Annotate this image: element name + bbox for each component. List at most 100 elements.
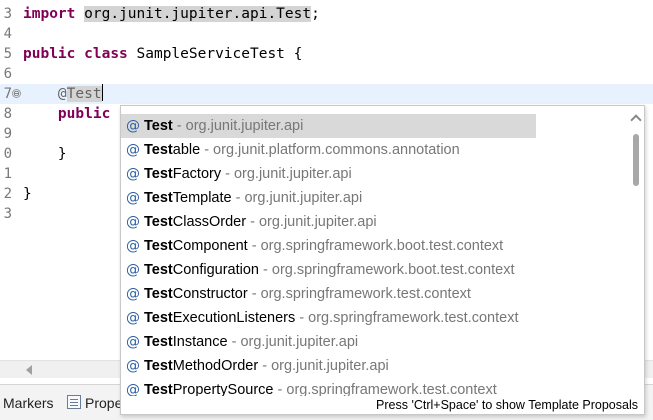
- proposal-package: - org.springframework.test.context: [295, 310, 519, 326]
- line-number: 7: [3, 86, 12, 102]
- line-number: 2: [3, 186, 12, 202]
- proposal-item[interactable]: @ TestFactory - org.junit.jupiter.api: [121, 162, 536, 186]
- proposal-name-rest: ExecutionListeners: [172, 310, 296, 326]
- code-text: public: [23, 104, 110, 124]
- annotation-icon: @: [126, 190, 140, 206]
- proposal-package: - org.springframework.boot.test.context: [259, 262, 515, 278]
- code-line[interactable]: 3 import org.junit.jupiter.api.Test;: [0, 4, 653, 24]
- code-token: }: [23, 186, 32, 202]
- code-token: public: [23, 46, 76, 62]
- fold-toggle-icon[interactable]: ⊖: [12, 89, 21, 98]
- code-line[interactable]: 4: [0, 24, 653, 44]
- code-text: public class SampleServiceTest {: [23, 44, 302, 64]
- proposal-match-text: Test: [144, 262, 173, 278]
- scroll-left-arrow-icon[interactable]: [26, 365, 32, 375]
- code-token: class: [84, 46, 128, 62]
- code-token: SampleServiceTest {: [127, 46, 303, 62]
- proposal-package: - org.junit.jupiter.api: [258, 358, 389, 374]
- proposal-package: - org.springframework.test.context: [247, 286, 471, 302]
- code-token: Test: [66, 86, 102, 102]
- proposal-name-rest: Constructor: [172, 286, 248, 302]
- proposal-item[interactable]: @ TestExecutionListeners - org.springfram…: [121, 306, 536, 330]
- proposal-name-rest: Component: [172, 238, 248, 254]
- proposal-package: - org.junit.jupiter.api: [221, 166, 352, 182]
- tab-markers[interactable]: Markers: [3, 395, 54, 411]
- annotation-icon: @: [126, 118, 140, 134]
- annotation-icon: @: [126, 310, 140, 326]
- proposal-label: TestFactory - org.junit.jupiter.api: [144, 162, 352, 186]
- annotation-icon: @: [126, 214, 140, 230]
- code-token: import: [23, 6, 76, 22]
- line-number: 5: [3, 46, 12, 62]
- proposal-match-text: Test: [144, 190, 173, 206]
- proposal-item[interactable]: @ TestClassOrder - org.junit.jupiter.api: [121, 210, 536, 234]
- proposal-label: TestComponent - org.springframework.boot…: [144, 234, 503, 258]
- content-assist-popup[interactable]: @ Test - org.junit.jupiter.api @ Testable -…: [120, 105, 645, 415]
- proposal-match-text: Test: [144, 286, 173, 302]
- scrollbar-thumb[interactable]: [633, 134, 639, 186]
- line-number: 3: [3, 206, 12, 222]
- proposal-label: TestTemplate - org.junit.jupiter.api: [144, 186, 362, 210]
- code-text: }: [23, 144, 67, 164]
- line-number: 6: [3, 66, 12, 82]
- line-number: 4: [3, 26, 12, 42]
- proposal-name-rest: MethodOrder: [172, 358, 259, 374]
- proposal-label: TestMethodOrder - org.junit.jupiter.api: [144, 354, 389, 378]
- proposal-item[interactable]: @ TestConstructor - org.springframework.t…: [121, 282, 536, 306]
- code-line[interactable]: 6: [0, 64, 653, 84]
- code-token: @: [57, 86, 67, 102]
- scroll-up-arrow-icon[interactable]: [630, 114, 642, 126]
- annotation-icon: @: [126, 286, 140, 302]
- proposal-name-rest: able: [172, 142, 201, 158]
- proposal-name-rest: Instance: [172, 334, 228, 350]
- annotation-icon: @: [126, 166, 140, 182]
- proposal-item[interactable]: @ TestComponent - org.springframework.boo…: [121, 234, 536, 258]
- proposal-package: - org.junit.jupiter.api: [227, 334, 359, 350]
- proposal-item[interactable]: @ TestMethodOrder - org.junit.jupiter.api: [121, 354, 536, 378]
- code-text: import org.junit.jupiter.api.Test;: [23, 4, 320, 24]
- code-token: org.junit.jupiter.api.Test: [84, 6, 312, 22]
- proposal-match-text: Test: [144, 214, 173, 230]
- proposal-label: TestConstructor - org.springframework.te…: [144, 282, 471, 306]
- code-token: ;: [311, 6, 320, 22]
- code-line[interactable]: 7 ⊖ @Test: [0, 84, 653, 104]
- proposal-match-text: Test: [144, 310, 173, 326]
- code-text: @Test: [23, 84, 103, 104]
- proposal-match-text: Test: [144, 334, 173, 350]
- line-number: 8: [3, 106, 12, 122]
- annotation-icon: @: [126, 238, 140, 254]
- code-line[interactable]: 5 public class SampleServiceTest {: [0, 44, 653, 64]
- proposal-label: TestExecutionListeners - org.springframe…: [144, 306, 519, 330]
- proposal-package: - org.springframework.boot.test.context: [247, 238, 504, 254]
- proposal-name-rest: Template: [172, 190, 232, 206]
- proposal-match-text: Test: [144, 118, 173, 134]
- proposal-label: Test - org.junit.jupiter.api: [144, 114, 303, 138]
- proposal-label: TestConfiguration - org.springframework.…: [144, 258, 514, 282]
- proposal-item[interactable]: @ TestInstance - org.junit.jupiter.api: [121, 330, 536, 354]
- properties-icon: [67, 395, 81, 409]
- tab-properties[interactable]: Prope: [85, 395, 122, 411]
- annotation-icon: @: [126, 358, 140, 374]
- code-token: public: [57, 106, 111, 122]
- annotation-icon: @: [126, 142, 140, 158]
- template-proposals-hint: Press 'Ctrl+Space' to show Template Prop…: [121, 396, 644, 414]
- proposal-package: - org.junit.jupiter.api: [172, 118, 304, 134]
- proposal-match-text: Test: [144, 166, 173, 182]
- proposal-label: TestInstance - org.junit.jupiter.api: [144, 330, 358, 354]
- proposal-item[interactable]: @ Testable - org.junit.platform.commons.a…: [121, 138, 536, 162]
- proposal-scrollbar[interactable]: [629, 106, 644, 396]
- line-number: 3: [3, 6, 12, 22]
- proposal-package: - org.junit.jupiter.api: [231, 190, 363, 206]
- proposal-label: Testable - org.junit.platform.commons.an…: [144, 138, 460, 162]
- proposal-item[interactable]: @ TestConfiguration - org.springframework…: [121, 258, 536, 282]
- proposal-package: - org.junit.jupiter.api: [246, 214, 377, 230]
- proposal-name-rest: Configuration: [172, 262, 259, 278]
- code-text: }: [23, 184, 32, 204]
- proposal-name-rest: Factory: [172, 166, 222, 182]
- proposal-item[interactable]: @ Test - org.junit.jupiter.api: [121, 114, 536, 138]
- proposal-match-text: Test: [144, 238, 173, 254]
- proposal-item[interactable]: @ TestTemplate - org.junit.jupiter.api: [121, 186, 536, 210]
